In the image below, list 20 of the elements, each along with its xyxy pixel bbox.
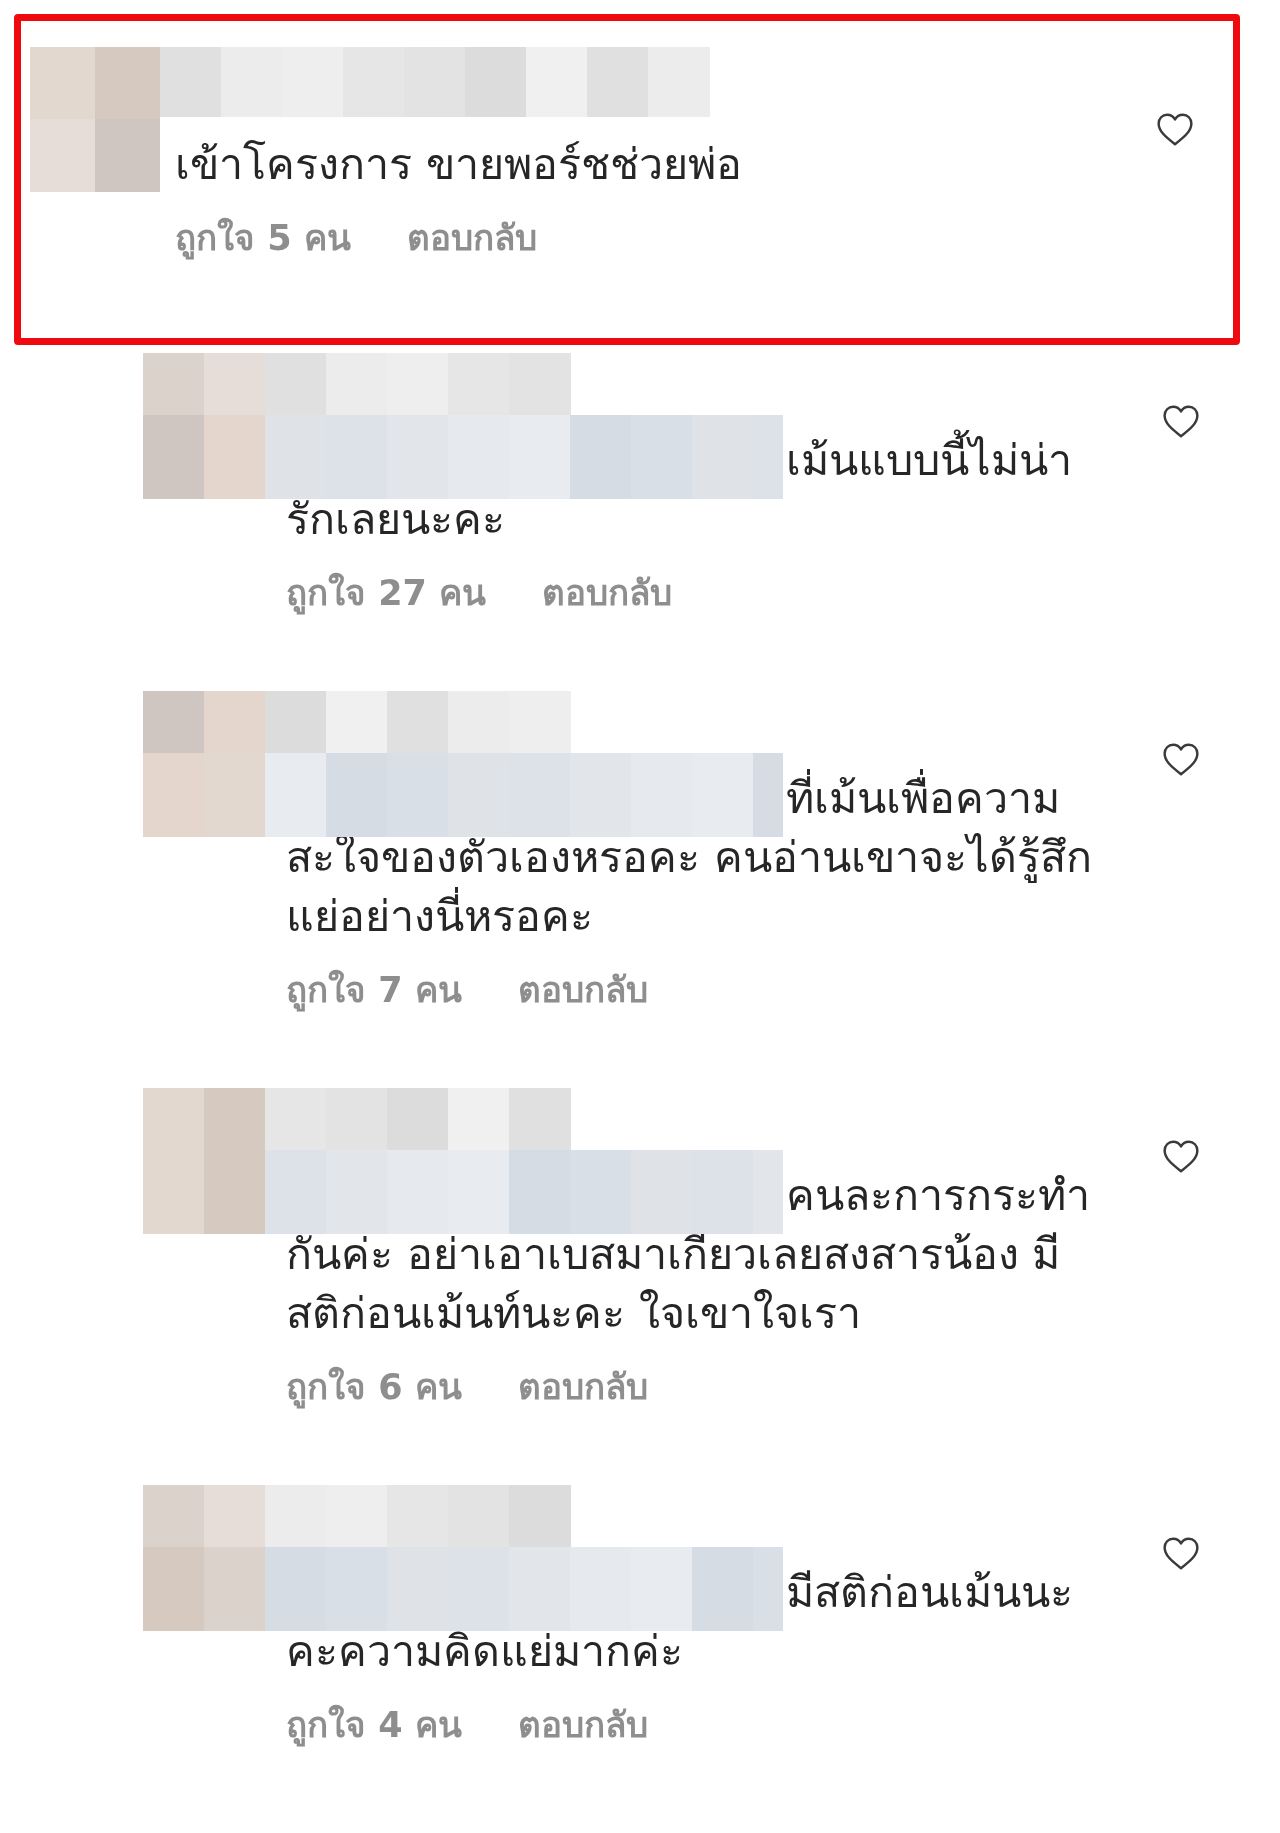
heart-icon[interactable] bbox=[1161, 741, 1201, 777]
like-count[interactable]: ถูกใจ 6 คน bbox=[286, 1367, 462, 1407]
heart-icon[interactable] bbox=[1161, 1535, 1201, 1571]
comment-text: เข้าโครงการ ขายพอร์ชช่วยพ่อ bbox=[175, 138, 743, 191]
comment-text: ที่เม้นเพื่อความสะใจของตัวเองหรอคะ คนอ่านเขาจะได้รู้สึกแย่อย่างนี่หรอคะ bbox=[286, 769, 1100, 946]
like-count[interactable]: ถูกใจ 4 คน bbox=[286, 1705, 462, 1745]
reply-link[interactable]: ตอบกลับ bbox=[517, 1367, 648, 1407]
like-count[interactable]: ถูกใจ 5 คน bbox=[175, 218, 351, 258]
comment-text: คนละการกระทำกันค่ะ อย่าเอาเบสมาเกียวเลยสงสารน้อง มีสติก่อนเม้นท์นะคะ ใจเขาใจเรา bbox=[286, 1169, 1091, 1340]
comment-text: เม้นแบบนี้ไม่น่ารักเลยนะคะ bbox=[286, 431, 1100, 549]
heart-icon[interactable] bbox=[1155, 111, 1195, 147]
like-count[interactable]: ถูกใจ 27 คน bbox=[286, 573, 487, 613]
reply-link[interactable]: ตอบกลับ bbox=[406, 218, 537, 258]
reply-link[interactable]: ตอบกลับ bbox=[517, 970, 648, 1010]
heart-icon[interactable] bbox=[1161, 403, 1201, 439]
heart-icon[interactable] bbox=[1161, 1138, 1201, 1174]
like-count[interactable]: ถูกใจ 7 คน bbox=[286, 970, 462, 1010]
reply-link[interactable]: ตอบกลับ bbox=[517, 1705, 648, 1745]
comment-text: มีสติก่อนเม้นนะคะความคิดแย่มากค่ะ bbox=[286, 1566, 1074, 1678]
reply-link[interactable]: ตอบกลับ bbox=[542, 573, 673, 613]
